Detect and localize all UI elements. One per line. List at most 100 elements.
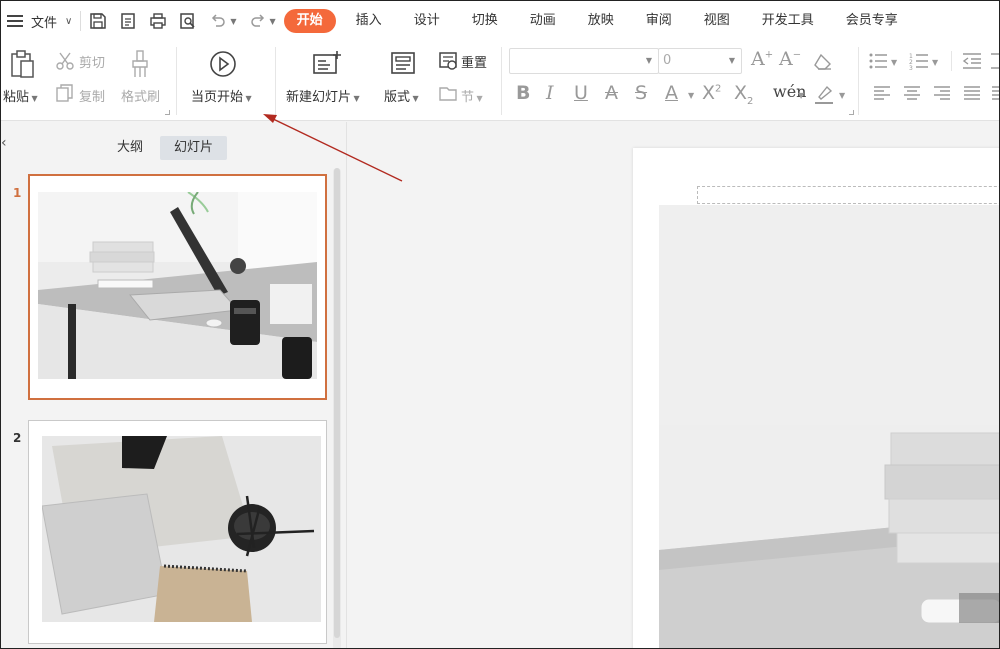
subscript-icon[interactable]: X2 <box>734 82 753 107</box>
align-left-icon[interactable] <box>873 84 891 102</box>
decrease-font-icon[interactable]: A− <box>779 48 801 70</box>
tab-design[interactable]: 设计 <box>398 9 456 33</box>
paste-button[interactable]: 粘贴 ▼ <box>3 86 38 105</box>
collapse-panel-icon[interactable]: ‹ <box>1 135 7 151</box>
numbering-icon[interactable]: 123 <box>909 52 929 70</box>
font-size-value: 0 <box>663 53 672 68</box>
layout-icon[interactable] <box>390 51 416 75</box>
reset-button[interactable]: 重置 <box>461 52 487 71</box>
tab-transitions[interactable]: 切换 <box>456 9 514 33</box>
app-window: 文件 ∨ ▼ ▼ 开始 插入 设计 切换 动画 放映 审阅 视图 开发工具 会员… <box>0 0 1000 649</box>
section-button[interactable]: 节 ▼ <box>461 86 483 105</box>
hamburger-icon <box>7 15 23 27</box>
phonetic-dropdown-icon[interactable]: ▼ <box>798 91 804 100</box>
slide-number: 2 <box>13 431 22 445</box>
decrease-indent-icon[interactable] <box>961 52 983 70</box>
tab-slides[interactable]: 幻灯片 <box>160 136 228 160</box>
chevron-down-icon: ▼ <box>645 56 652 65</box>
scissors-icon[interactable] <box>55 51 75 71</box>
clear-format-icon[interactable] <box>813 53 833 71</box>
align-center-icon[interactable] <box>903 84 921 102</box>
undo-icon[interactable] <box>209 12 227 30</box>
save-icon[interactable] <box>89 12 107 30</box>
divider <box>80 11 82 31</box>
chevron-down-icon: ∨ <box>65 15 73 27</box>
highlight-icon[interactable] <box>813 85 835 105</box>
bullets-icon[interactable] <box>868 52 888 70</box>
layout-label: 版式 <box>384 90 411 105</box>
distribute-icon[interactable] <box>992 84 1000 102</box>
copy-button[interactable]: 复制 <box>79 86 105 105</box>
export-icon[interactable] <box>119 12 137 30</box>
scrollbar-thumb[interactable] <box>334 168 340 638</box>
numbering-dropdown-icon[interactable]: ▼ <box>932 58 938 67</box>
slides-panel: ‹ 大纲 幻灯片 1 2 <box>1 122 347 648</box>
text-shadow-icon[interactable]: S <box>635 82 647 104</box>
file-menu-label: 文件 <box>31 15 58 31</box>
divider <box>858 47 859 115</box>
tab-developer[interactable]: 开发工具 <box>746 9 830 33</box>
redo-icon[interactable] <box>249 12 267 30</box>
justify-icon[interactable] <box>963 84 981 102</box>
undo-dropdown-icon[interactable]: ▼ <box>230 17 236 26</box>
play-current-slide-button[interactable]: 当页开始 ▼ <box>191 86 252 105</box>
group-launcher-icon[interactable] <box>165 110 170 115</box>
increase-font-icon[interactable]: A+ <box>751 48 773 70</box>
divider <box>176 47 177 115</box>
bold-icon[interactable]: B <box>516 82 530 104</box>
quick-access-toolbar: ▼ ▼ <box>89 1 276 41</box>
bullets-dropdown-icon[interactable]: ▼ <box>891 58 897 67</box>
file-menu[interactable]: 文件 ∨ <box>1 1 72 41</box>
svg-text:3: 3 <box>909 65 913 70</box>
slide-thumbnail-2[interactable] <box>28 420 327 644</box>
tab-slideshow[interactable]: 放映 <box>572 9 630 33</box>
divider <box>275 47 276 115</box>
font-color-icon[interactable]: A <box>665 82 678 104</box>
ribbon-tabs: 开始 插入 设计 切换 动画 放映 审阅 视图 开发工具 会员专享 <box>283 1 914 41</box>
divider <box>951 51 952 71</box>
font-size-select[interactable]: 0 ▼ <box>658 48 742 74</box>
title-placeholder[interactable] <box>697 186 999 204</box>
strikethrough-icon[interactable]: A <box>605 82 618 104</box>
play-icon[interactable] <box>209 50 237 78</box>
print-icon[interactable] <box>149 12 167 30</box>
new-slide-button[interactable]: 新建幻灯片 ▼ <box>286 86 360 105</box>
italic-icon[interactable]: I <box>546 82 554 104</box>
font-name-select[interactable]: ▼ <box>509 48 659 74</box>
superscript-icon[interactable]: X2 <box>702 82 721 104</box>
font-color-dropdown-icon[interactable]: ▼ <box>688 91 694 100</box>
format-painter-button[interactable]: 格式刷 <box>121 86 160 105</box>
underline-icon[interactable]: U <box>574 82 588 104</box>
layout-button[interactable]: 版式 ▼ <box>384 86 419 105</box>
slide-editing-area[interactable] <box>348 122 999 648</box>
slide-number: 1 <box>13 186 22 200</box>
reset-icon[interactable] <box>438 51 458 71</box>
tab-home[interactable]: 开始 <box>283 9 336 33</box>
tab-review[interactable]: 审阅 <box>630 9 688 33</box>
current-slide[interactable] <box>633 148 999 648</box>
paste-label: 粘贴 <box>3 90 30 105</box>
divider <box>501 47 502 115</box>
format-painter-icon[interactable] <box>129 49 151 79</box>
align-right-icon[interactable] <box>933 84 951 102</box>
group-launcher-icon[interactable] <box>849 110 854 115</box>
print-preview-icon[interactable] <box>179 12 197 30</box>
copy-icon[interactable] <box>55 83 75 103</box>
more-dropdown-icon[interactable]: ▼ <box>270 17 276 26</box>
tab-member[interactable]: 会员专享 <box>830 9 914 33</box>
increase-indent-icon[interactable] <box>991 52 1000 70</box>
tab-outline[interactable]: 大纲 <box>103 136 157 160</box>
cut-button[interactable]: 剪切 <box>79 52 105 71</box>
section-icon[interactable] <box>438 84 458 102</box>
section-label: 节 <box>461 90 475 105</box>
tab-insert[interactable]: 插入 <box>340 9 398 33</box>
new-slide-label: 新建幻灯片 <box>286 90 352 105</box>
tab-view[interactable]: 视图 <box>688 9 746 33</box>
highlight-dropdown-icon[interactable]: ▼ <box>839 91 845 100</box>
paste-icon[interactable] <box>9 49 35 79</box>
tab-animations[interactable]: 动画 <box>514 9 572 33</box>
desk-laptop-photo <box>38 192 317 379</box>
new-slide-icon[interactable] <box>312 49 342 77</box>
slide-thumbnail-1[interactable] <box>28 174 327 400</box>
chevron-down-icon: ▼ <box>728 56 735 65</box>
